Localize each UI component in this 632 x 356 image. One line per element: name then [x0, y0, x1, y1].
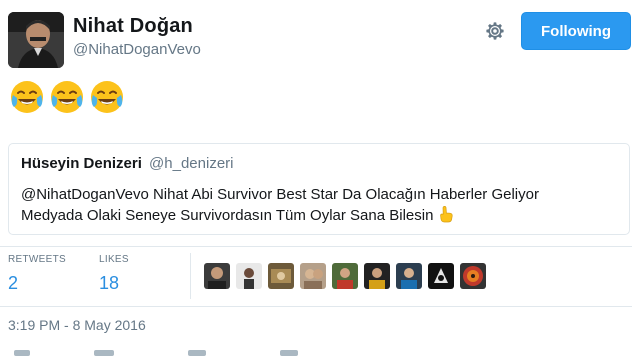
following-button[interactable]: Following	[521, 12, 631, 50]
liker-avatar[interactable]	[428, 263, 454, 289]
user-handle[interactable]: @NihatDoganVevo	[73, 40, 201, 60]
quoted-author-handle[interactable]: @h_denizeri	[149, 155, 233, 172]
retweets-stat[interactable]: RETWEETS 2	[8, 253, 66, 295]
face-with-tears-of-joy-icon	[91, 81, 123, 113]
tweet-timestamp[interactable]: 3:19 PM - 8 May 2016	[8, 316, 146, 334]
liker-avatar[interactable]	[332, 263, 358, 289]
retweet-icon[interactable]	[94, 350, 114, 356]
display-name[interactable]: Nihat Doğan	[73, 14, 201, 38]
tweet-header: Nihat Doğan @NihatDoganVevo Following	[8, 8, 631, 68]
avatar[interactable]	[8, 12, 64, 68]
reply-icon[interactable]	[14, 350, 30, 356]
retweets-count: 2	[8, 273, 19, 293]
gear-icon[interactable]	[483, 19, 507, 43]
stats-bottom-divider	[0, 306, 632, 307]
liker-avatar[interactable]	[396, 263, 422, 289]
more-icon[interactable]	[280, 350, 298, 356]
likes-stat[interactable]: LIKES 18	[99, 253, 129, 295]
name-block: Nihat Doğan @NihatDoganVevo	[73, 14, 201, 60]
stats-separator	[190, 253, 191, 299]
liker-avatar[interactable]	[236, 263, 262, 289]
liker-avatar[interactable]	[204, 263, 230, 289]
quoted-tweet-card[interactable]: Hüseyin Denizeri @h_denizeri @NihatDogan…	[8, 143, 630, 235]
tweet-actions-row	[0, 350, 632, 356]
quoted-tweet-line-2-text: Medyada Olaki Seneye Survivordasın Tüm O…	[21, 207, 434, 224]
retweets-label: RETWEETS	[8, 254, 66, 265]
stats-top-divider	[0, 246, 632, 247]
liker-avatar[interactable]	[268, 263, 294, 289]
tweet-text	[9, 79, 125, 115]
likes-label: LIKES	[99, 254, 129, 265]
face-with-tears-of-joy-icon	[11, 81, 43, 113]
quoted-tweet-line-2: Medyada Olaki Seneye Survivordasın Tüm O…	[21, 205, 617, 226]
liker-avatar[interactable]	[364, 263, 390, 289]
likes-count: 18	[99, 273, 120, 293]
quoted-tweet-header: Hüseyin Denizeri @h_denizeri	[21, 155, 617, 173]
avatar-image	[8, 12, 64, 68]
quoted-author-name[interactable]: Hüseyin Denizeri	[21, 155, 142, 172]
face-with-tears-of-joy-icon	[51, 81, 83, 113]
liker-avatar[interactable]	[460, 263, 486, 289]
quoted-tweet-text: @NihatDoganVevo Nihat Abi Survivor Best …	[21, 184, 617, 226]
quoted-tweet-line-1: @NihatDoganVevo Nihat Abi Survivor Best …	[21, 186, 539, 203]
like-icon[interactable]	[188, 350, 206, 356]
liker-avatar[interactable]	[300, 263, 326, 289]
tweet-page: Nihat Doğan @NihatDoganVevo Following Hü…	[0, 0, 632, 356]
liker-avatars	[204, 263, 486, 289]
backhand-index-pointing-up-icon	[440, 206, 454, 223]
